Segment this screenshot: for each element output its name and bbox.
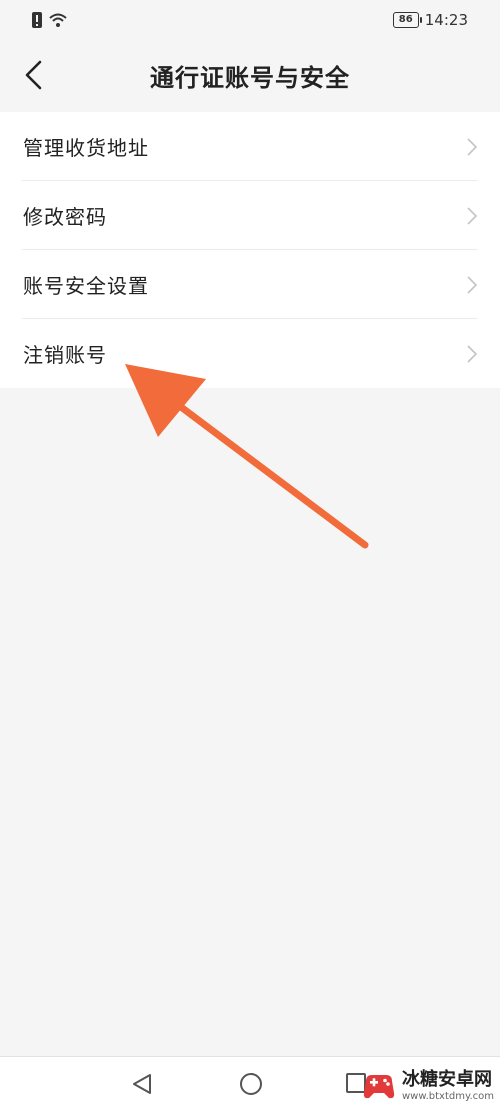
menu-item-manage-address[interactable]: 管理收货地址 — [0, 112, 500, 181]
chevron-right-icon — [467, 138, 478, 156]
menu-item-label: 账号安全设置 — [23, 274, 149, 298]
menu-item-label: 修改密码 — [23, 205, 107, 229]
chevron-right-icon — [467, 207, 478, 225]
wifi-icon — [49, 13, 67, 27]
page-title: 通行证账号与安全 — [150, 64, 350, 92]
chevron-right-icon — [467, 345, 478, 363]
gamepad-logo-icon — [363, 1075, 395, 1099]
status-left — [32, 12, 68, 28]
status-time: 14:23 — [424, 11, 468, 29]
nav-home-icon[interactable] — [239, 1072, 263, 1096]
nav-back-icon[interactable] — [131, 1072, 153, 1096]
battery-icon: 86 — [392, 12, 422, 28]
menu-item-account-security[interactable]: 账号安全设置 — [0, 250, 500, 319]
status-right: 86 14:23 — [392, 11, 468, 29]
status-bar: 86 14:23 — [0, 0, 500, 44]
title-bar: 通行证账号与安全 — [0, 44, 500, 110]
notification-alert-icon — [32, 12, 42, 28]
menu-item-label: 管理收货地址 — [23, 136, 149, 160]
site-watermark: 冰糖安卓网 www.btxtdmy.com — [360, 1067, 494, 1105]
watermark-text: 冰糖安卓网 www.btxtdmy.com — [401, 1068, 494, 1102]
arrow-shaft — [161, 391, 369, 549]
settings-menu: 管理收货地址 修改密码 账号安全设置 注销账号 — [0, 112, 500, 388]
watermark-name: 冰糖安卓网 — [401, 1068, 492, 1090]
chevron-right-icon — [467, 276, 478, 294]
menu-item-label: 注销账号 — [23, 343, 107, 367]
menu-item-change-password[interactable]: 修改密码 — [0, 181, 500, 250]
phone-screen: 86 14:23 通行证账号与安全 管理收货地址 修改密码 账号安全设置 注销账… — [0, 0, 500, 1111]
watermark-url: www.btxtdmy.com — [401, 1090, 494, 1102]
menu-item-cancel-account[interactable]: 注销账号 — [0, 319, 500, 388]
